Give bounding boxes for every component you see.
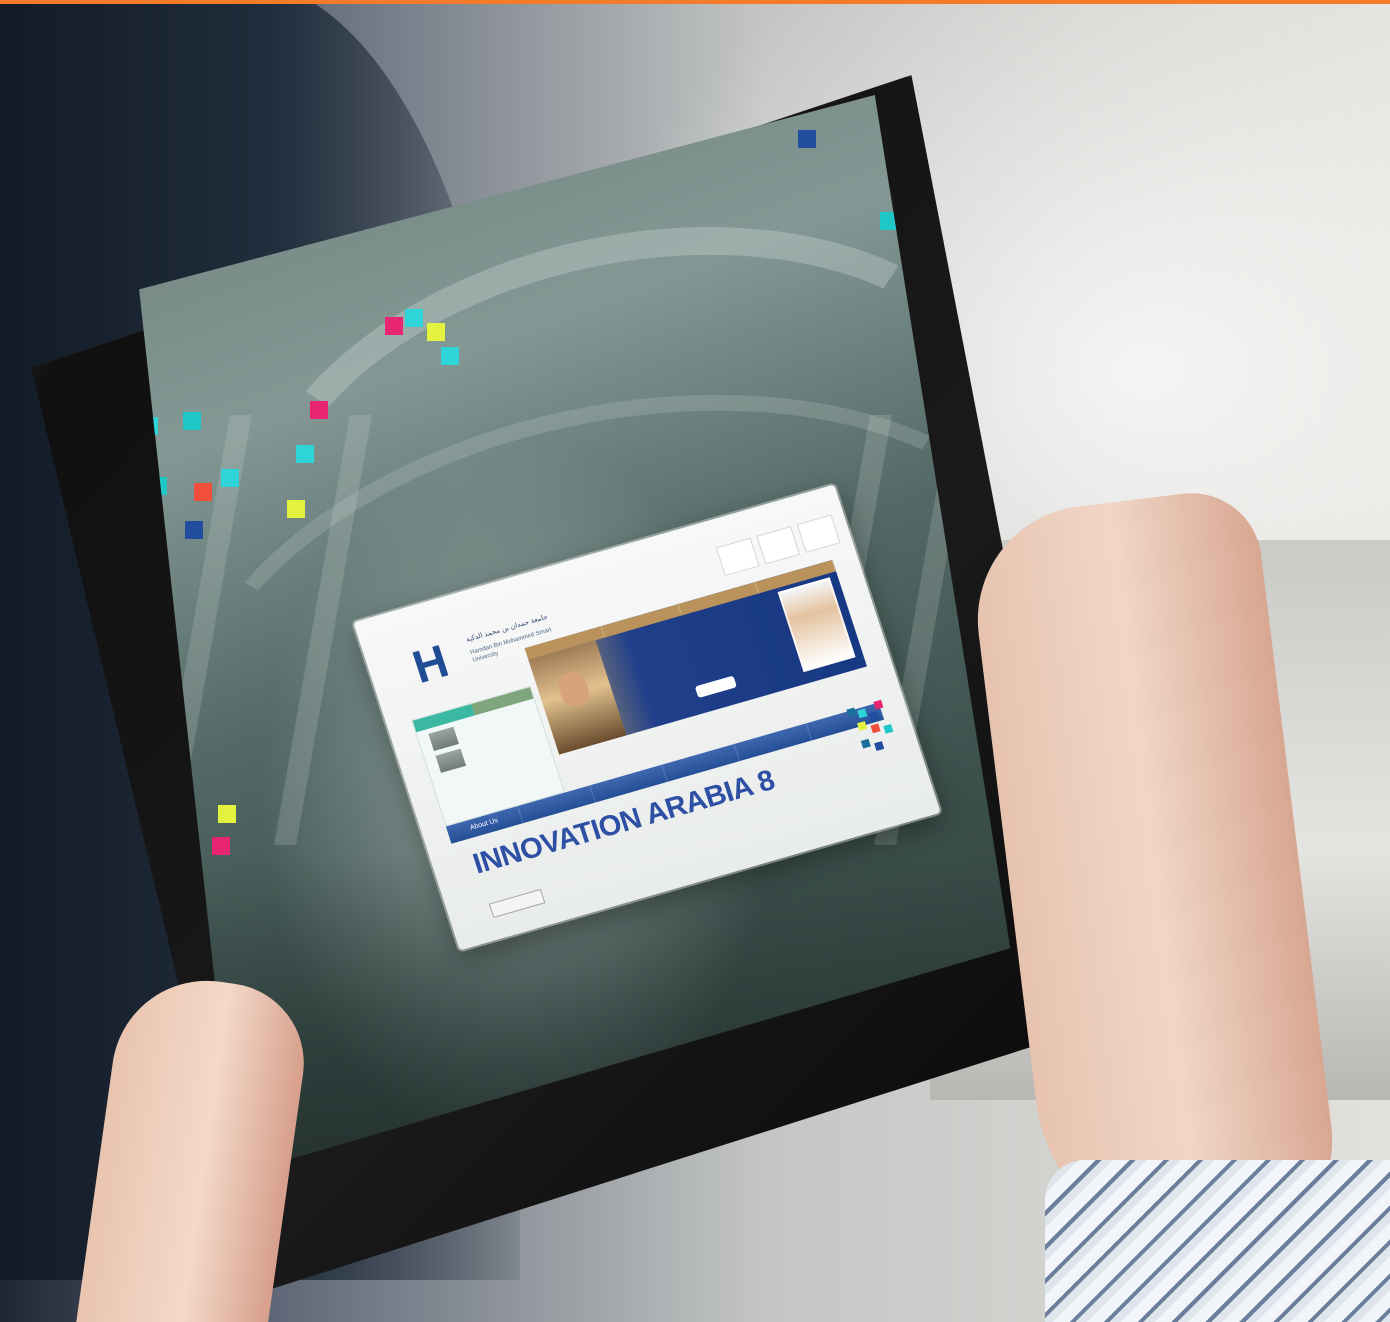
decor-square (287, 500, 305, 518)
nav-item[interactable] (734, 723, 813, 762)
decor-square (441, 347, 459, 365)
mosaic-square (873, 699, 884, 710)
decor-square (183, 412, 201, 430)
decor-square (221, 469, 239, 487)
quick-link-3[interactable] (796, 514, 841, 553)
mosaic-square (883, 723, 894, 734)
decor-square (185, 521, 203, 539)
decor-square (218, 805, 236, 823)
decor-square (798, 130, 816, 148)
face-image (554, 669, 593, 710)
photo-scene: H جامعة حمدان بن محمد الذكية Hamdan Bin … (0, 0, 1390, 1322)
mosaic-square (868, 711, 879, 722)
hero-tab[interactable] (678, 581, 760, 616)
news-thumb (428, 726, 459, 752)
quick-link-1[interactable] (715, 537, 760, 577)
mosaic-square (860, 738, 871, 749)
mosaic-square (857, 721, 868, 731)
mosaic-square (870, 723, 881, 734)
decor-square (296, 445, 314, 463)
decor-square (405, 309, 423, 327)
striped-sleeve (1045, 1160, 1390, 1322)
quick-link-2[interactable] (756, 526, 801, 565)
news-thumb (435, 748, 467, 773)
mosaic-square (857, 708, 868, 719)
mosaic-square (874, 741, 885, 751)
decor-square (385, 317, 403, 335)
decor-square (310, 401, 328, 419)
register-button[interactable] (488, 888, 546, 919)
decor-square (212, 837, 230, 855)
h-logo-icon: H (406, 634, 455, 694)
news-item-text (431, 757, 437, 774)
news-item-text (424, 735, 430, 752)
hero-portrait-image (777, 577, 856, 673)
decor-square (427, 323, 445, 341)
brand-logo[interactable]: H جامعة حمدان بن محمد الذكية Hamdan Bin … (389, 614, 552, 701)
decor-square (194, 483, 212, 501)
decor-mosaic (846, 698, 903, 756)
hero-tab[interactable] (601, 603, 683, 638)
mosaic-square (846, 707, 857, 718)
top-accent-bar (0, 0, 1390, 4)
hero-button[interactable] (694, 675, 737, 699)
